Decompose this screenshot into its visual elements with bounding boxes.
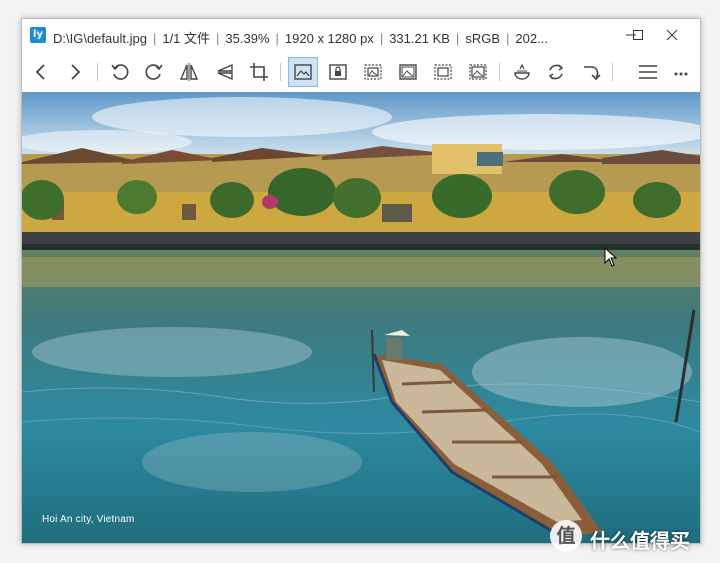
watermark-text: 什么值得买	[590, 529, 690, 553]
maximize-icon	[633, 30, 643, 40]
back-icon	[35, 64, 45, 80]
maximize-button[interactable]	[632, 19, 656, 52]
rotate-left-icon	[111, 64, 129, 80]
flip-horizontal-button[interactable]	[174, 57, 204, 87]
title-separator: |	[455, 31, 460, 46]
mouse-cursor-icon	[604, 247, 618, 267]
title-bar[interactable]: ly D:\IG\default.jpg | 1/1 文件 | 35.39% | 1920 …	[22, 19, 700, 52]
rotate-right-icon	[145, 64, 163, 80]
forward-icon	[71, 64, 81, 80]
original-size-button[interactable]	[393, 57, 423, 87]
back-button[interactable]	[26, 57, 56, 87]
original-size-icon	[399, 64, 417, 80]
date-truncated: 202...	[515, 31, 548, 46]
fit-width-icon	[434, 64, 452, 80]
redo-icon	[584, 66, 601, 81]
rotate-right-button[interactable]	[139, 57, 169, 87]
toolbar-divider	[280, 63, 281, 81]
slideshow-button[interactable]	[507, 57, 537, 87]
more-button[interactable]	[666, 57, 696, 87]
more-icon	[674, 72, 688, 76]
lock-zoom-icon	[329, 64, 347, 80]
watermark-logo: 值	[550, 520, 582, 552]
title-separator: |	[152, 31, 157, 46]
toolbar	[22, 52, 700, 93]
toolbar-divider	[499, 63, 500, 81]
fit-window-icon	[294, 64, 312, 80]
fit-height-icon	[469, 64, 487, 80]
app-icon: ly	[30, 27, 46, 43]
flip-vertical-icon	[217, 63, 233, 81]
photo	[22, 92, 700, 543]
file-size: 331.21 KB	[389, 31, 450, 46]
menu-button[interactable]	[633, 57, 663, 87]
title-separator: |	[275, 31, 279, 46]
zoom-mode-button[interactable]	[358, 57, 388, 87]
zoom-level: 35.39%	[225, 31, 270, 46]
refresh-icon	[548, 64, 564, 80]
viewer-window: ly D:\IG\default.jpg | 1/1 文件 | 35.39% | 1920 …	[21, 18, 701, 544]
window-title: D:\IG\default.jpg | 1/1 文件 | 35.39% | 1920 x 1…	[53, 28, 548, 47]
lock-zoom-button[interactable]	[323, 57, 353, 87]
flip-vertical-button[interactable]	[210, 57, 240, 87]
fit-window-button[interactable]	[288, 57, 318, 87]
crop-icon	[250, 63, 268, 81]
color-profile: sRGB	[465, 31, 500, 46]
toolbar-divider	[97, 63, 98, 81]
file-index: 1/1 文件	[162, 31, 211, 46]
menu-icon	[639, 65, 657, 79]
image-viewer[interactable]: Hoi An city, Vietnam	[22, 92, 700, 543]
rotate-left-button[interactable]	[105, 57, 135, 87]
close-icon	[666, 29, 678, 41]
toolbar-divider	[612, 63, 613, 81]
image-dimensions: 1920 x 1280 px	[284, 31, 374, 46]
site-watermark: 值 什么值得买	[548, 520, 718, 556]
image-caption: Hoi An city, Vietnam	[42, 514, 135, 525]
redo-button[interactable]	[577, 57, 607, 87]
slideshow-icon	[514, 63, 530, 80]
zoom-mode-icon	[364, 64, 382, 80]
title-separator: |	[505, 31, 510, 46]
fit-width-button[interactable]	[428, 57, 458, 87]
refresh-button[interactable]	[541, 57, 571, 87]
file-path: D:\IG\default.jpg	[53, 31, 147, 46]
title-separator: |	[379, 31, 384, 46]
fit-height-button[interactable]	[463, 57, 493, 87]
flip-horizontal-icon	[179, 63, 199, 81]
close-button[interactable]	[666, 19, 690, 52]
title-separator: |	[216, 31, 220, 46]
forward-button[interactable]	[60, 57, 90, 87]
crop-button[interactable]	[244, 57, 274, 87]
